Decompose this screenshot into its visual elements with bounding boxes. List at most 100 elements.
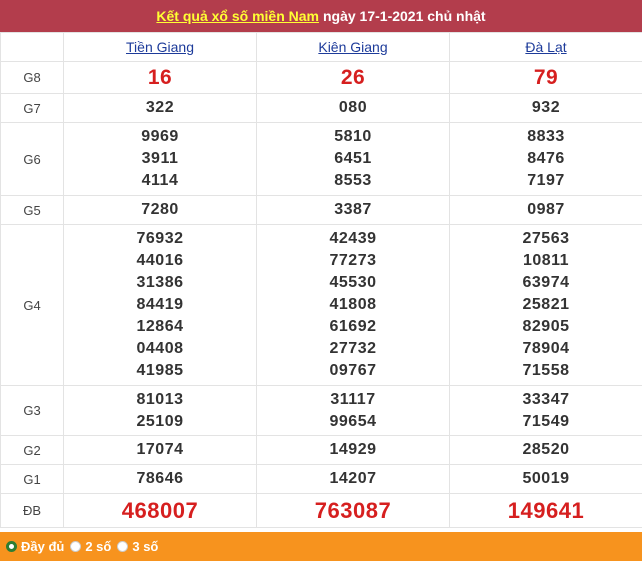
prize-cell: 149641 <box>449 493 642 528</box>
prize-cell: 763087 <box>256 493 450 528</box>
prize-label-header <box>0 32 64 62</box>
option-3-digits-label: 3 số <box>132 539 159 554</box>
prize-number: 8833 <box>527 128 565 145</box>
prize-number: 84419 <box>136 296 184 313</box>
prize-cell: 50019 <box>449 464 642 494</box>
option-2-digits-label: 2 số <box>85 539 112 554</box>
prize-label: G6 <box>0 122 64 196</box>
radio-full-selected[interactable] <box>6 541 17 552</box>
prize-cell: 79 <box>449 61 642 94</box>
prize-number: 41808 <box>329 296 377 313</box>
province-link-tien-giang[interactable]: Tiền Giang <box>126 39 194 55</box>
prize-cell: 81013 25109 <box>63 385 257 436</box>
prize-number: 932 <box>531 99 561 116</box>
prize-number: 81013 <box>136 390 184 408</box>
prize-number: 322 <box>145 99 175 116</box>
region-results-link[interactable]: Kết quả xổ số miền Nam <box>156 8 319 24</box>
prize-number: 79 <box>533 65 559 89</box>
prize-number: 12864 <box>136 318 184 335</box>
prize-number: 42439 <box>329 230 377 247</box>
prize-number: 78646 <box>136 470 184 487</box>
prize-cell: 5810 6451 8553 <box>256 122 450 196</box>
prize-cell: 7280 <box>63 195 257 225</box>
prize-number: 04408 <box>136 340 184 357</box>
prize-number: 82905 <box>522 318 570 335</box>
province-link-da-lat[interactable]: Đà Lạt <box>525 39 566 55</box>
prize-cell: 31117 99654 <box>256 385 450 436</box>
radio-3-digits[interactable] <box>117 541 129 552</box>
prize-number: 14207 <box>329 470 377 487</box>
option-full[interactable]: Đầy đủ <box>6 539 64 554</box>
prize-cell: 14929 <box>256 435 450 465</box>
prize-cell: 0987 <box>449 195 642 225</box>
option-2-digits[interactable]: 2 số <box>70 539 111 554</box>
prize-cell: 27563 10811 63974 25821 82905 78904 71558 <box>449 224 642 386</box>
results-panel: Kết quả xổ số miền Nam ngày 17-1-2021 ch… <box>0 0 642 561</box>
province-link-kien-giang[interactable]: Kiên Giang <box>318 39 387 55</box>
prize-number: 27732 <box>329 340 377 357</box>
prize-number: 7280 <box>141 201 179 218</box>
prize-cell: 080 <box>256 93 450 123</box>
prize-number: 77273 <box>329 252 377 269</box>
prize-number: 080 <box>338 99 368 116</box>
prize-number: 149641 <box>507 497 585 523</box>
prize-cell: 322 <box>63 93 257 123</box>
option-full-label: Đầy đủ <box>21 539 65 554</box>
prize-number: 5810 <box>334 128 372 145</box>
prize-label: G5 <box>0 195 64 225</box>
prize-number: 8553 <box>334 172 372 189</box>
prize-number: 28520 <box>522 441 570 458</box>
prize-label: G2 <box>0 435 64 465</box>
results-header: Kết quả xổ số miền Nam ngày 17-1-2021 ch… <box>0 0 642 32</box>
prize-label: G1 <box>0 464 64 494</box>
results-table: Tiền Giang Kiên Giang Đà Lạt G8 16 26 79 G7 3… <box>0 32 642 528</box>
prize-number: 99654 <box>329 412 377 430</box>
prize-cell: 42439 77273 45530 41808 61692 27732 09767 <box>256 224 450 386</box>
prize-number: 76932 <box>136 230 184 247</box>
prize-cell: 16 <box>63 61 257 94</box>
prize-number: 3387 <box>334 201 372 218</box>
prize-cell: 8833 8476 7197 <box>449 122 642 196</box>
prize-number: 25821 <box>522 296 570 313</box>
prize-row-0: G8 16 26 79 <box>0 61 642 94</box>
prize-cell: 26 <box>256 61 450 94</box>
prize-cell: 468007 <box>63 493 257 528</box>
option-3-digits[interactable]: 3 số <box>117 539 158 554</box>
prize-cell: 33347 71549 <box>449 385 642 436</box>
prize-number: 45530 <box>329 274 377 291</box>
prize-cell: 9969 3911 4114 <box>63 122 257 196</box>
prize-number: 0987 <box>527 201 565 218</box>
prize-number: 6451 <box>334 150 372 167</box>
prize-row-1: G7 322 080 932 <box>0 93 642 123</box>
prize-number: 09767 <box>329 362 377 379</box>
prize-number: 9969 <box>141 128 179 145</box>
prize-number: 61692 <box>329 318 377 335</box>
prize-cell: 932 <box>449 93 642 123</box>
prize-cell: 14207 <box>256 464 450 494</box>
radio-2-digits[interactable] <box>70 541 82 552</box>
prize-label: G7 <box>0 93 64 123</box>
prize-number: 63974 <box>522 274 570 291</box>
prize-cell: 76932 44016 31386 84419 12864 04408 41985 <box>63 224 257 386</box>
prize-number: 763087 <box>314 497 392 523</box>
prize-number: 16 <box>147 65 173 89</box>
prize-number: 31117 <box>330 390 376 408</box>
prize-label: G3 <box>0 385 64 436</box>
prize-number: 44016 <box>136 252 184 269</box>
prize-number: 17074 <box>136 441 184 458</box>
prize-number: 41985 <box>136 362 184 379</box>
prize-number: 31386 <box>136 274 184 291</box>
prize-number: 10811 <box>522 252 570 269</box>
prize-number: 33347 <box>522 390 570 408</box>
prize-label: G8 <box>0 61 64 94</box>
prize-row-3: G5 7280 3387 0987 <box>0 195 642 225</box>
prize-row-6: G2 17074 14929 28520 <box>0 435 642 465</box>
prize-cell: 28520 <box>449 435 642 465</box>
prize-cell: 3387 <box>256 195 450 225</box>
prize-cell: 17074 <box>63 435 257 465</box>
prize-row-7: G1 78646 14207 50019 <box>0 464 642 494</box>
prize-label: G4 <box>0 224 64 386</box>
prize-row-8: ĐB 468007 763087 149641 <box>0 493 642 528</box>
province-header-row: Tiền Giang Kiên Giang Đà Lạt <box>0 32 642 62</box>
prize-cell: 78646 <box>63 464 257 494</box>
